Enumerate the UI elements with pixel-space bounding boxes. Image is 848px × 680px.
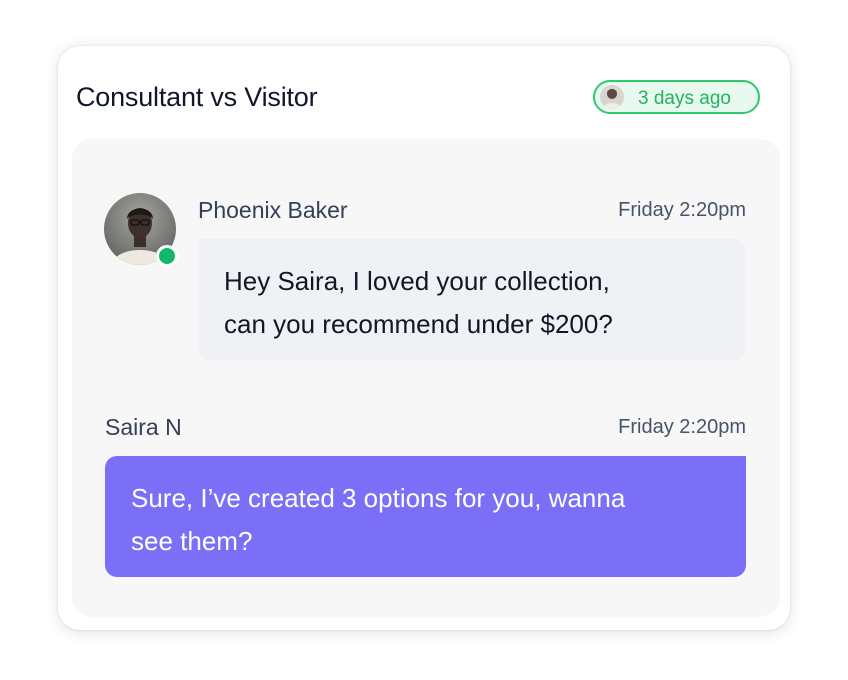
sender-name: Phoenix Baker [198,197,348,223]
chat-thread: Phoenix Baker Friday 2:20pm Hey Saira, I… [72,139,780,617]
badge-text: 3 days ago [638,88,731,109]
online-status-icon [156,245,178,267]
sender-name: Saira N [105,414,182,440]
sent-message-bubble[interactable]: Sure, I’ve created 3 options for you, wa… [105,456,746,577]
time-badge[interactable]: 3 days ago [593,80,760,114]
message-time: Friday 2:20pm [618,199,746,221]
message-text: Sure, I’ve created 3 options for you, wa… [131,483,626,556]
message-text: Hey Saira, I loved your collection, can … [224,266,613,339]
received-message-bubble[interactable]: Hey Saira, I loved your collection, can … [198,239,746,360]
card-title: Consultant vs Visitor [76,82,318,112]
badge-avatar-icon [600,85,624,109]
conversation-card: Consultant vs Visitor 3 days ago Phoenix… [58,46,790,630]
message-time: Friday 2:20pm [618,416,746,438]
